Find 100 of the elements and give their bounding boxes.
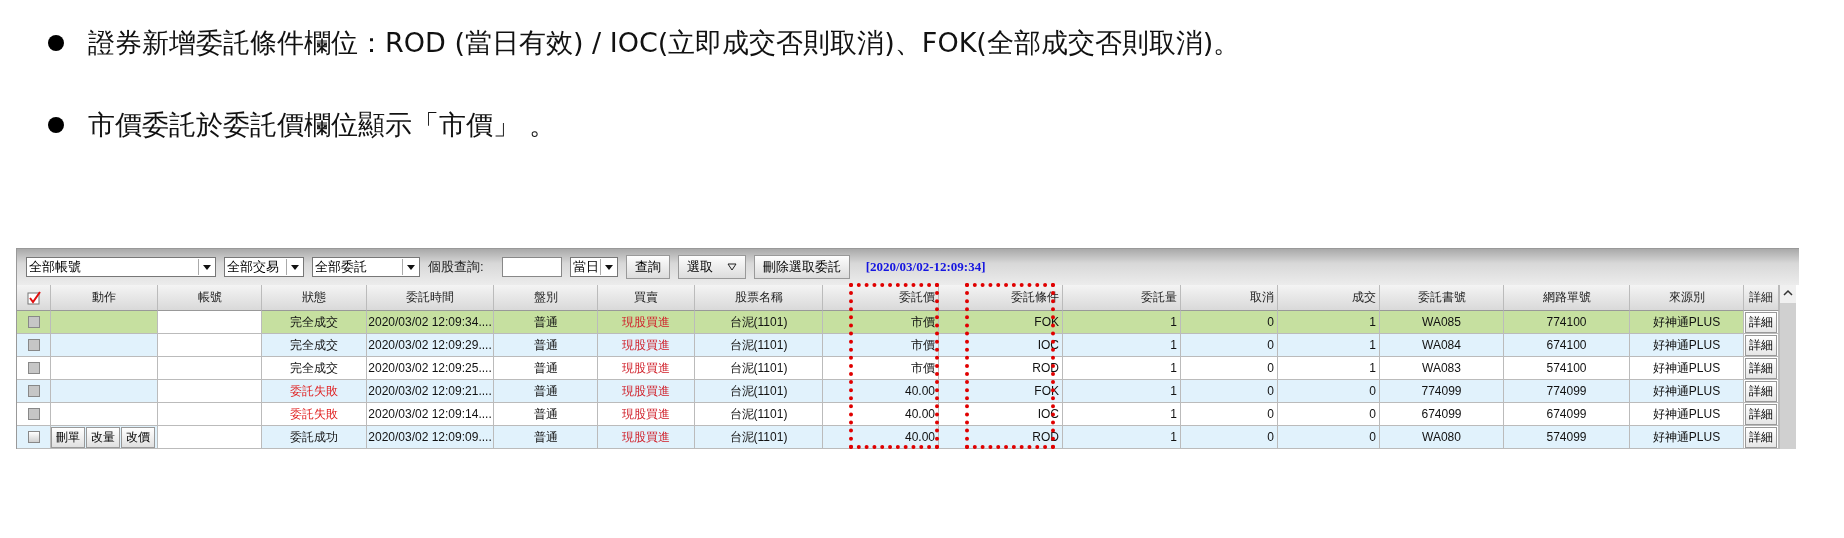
row-checkbox[interactable] bbox=[27, 339, 40, 351]
detail-button[interactable]: 詳細 bbox=[1745, 334, 1777, 356]
row-checkbox[interactable] bbox=[27, 385, 40, 397]
table-cell: ROD bbox=[939, 357, 1063, 380]
detail-button[interactable]: 詳細 bbox=[1745, 426, 1777, 448]
caret-icon bbox=[726, 262, 737, 272]
table-cell: 574099 bbox=[1504, 426, 1630, 449]
dropdown[interactable]: 全部委託 bbox=[312, 257, 420, 277]
column-header[interactable]: 成交 bbox=[1278, 285, 1380, 311]
table-cell: 1 bbox=[1063, 334, 1181, 357]
column-header[interactable]: 動作 bbox=[51, 285, 158, 311]
table-cell: 現股買進 bbox=[598, 426, 695, 449]
column-header[interactable]: 委託價 bbox=[823, 285, 939, 311]
table-cell: 40.00 bbox=[823, 380, 939, 403]
delete-selected-button[interactable]: 刪除選取委託 bbox=[753, 255, 850, 279]
table-cell: 市價 bbox=[823, 334, 939, 357]
table-cell: 好神通PLUS bbox=[1630, 334, 1744, 357]
stock-query-field[interactable] bbox=[501, 257, 562, 277]
dropdown[interactable]: 全部帳號 bbox=[26, 257, 216, 277]
table-cell: 1 bbox=[1063, 426, 1181, 449]
timestamp: [2020/03/02-12:09:34] bbox=[865, 259, 986, 275]
scroll-up-icon[interactable] bbox=[1780, 285, 1796, 303]
table-cell: 2020/03/02 12:09:29.... bbox=[367, 334, 494, 357]
column-header[interactable]: 委託量 bbox=[1063, 285, 1181, 311]
table-cell: 674099 bbox=[1504, 403, 1630, 426]
select-button[interactable]: 選取 bbox=[677, 255, 746, 279]
table-cell: 0 bbox=[1181, 403, 1278, 426]
column-header[interactable]: 來源別 bbox=[1630, 285, 1744, 311]
column-header[interactable]: 股票名稱 bbox=[695, 285, 823, 311]
table-cell: WA080 bbox=[1380, 426, 1504, 449]
table-cell: 完全成交 bbox=[262, 311, 367, 334]
column-header[interactable]: 委託書號 bbox=[1380, 285, 1504, 311]
detail-button[interactable]: 詳細 bbox=[1745, 380, 1777, 402]
action-button[interactable]: 刪單 bbox=[51, 426, 85, 448]
table-cell: 0 bbox=[1181, 357, 1278, 380]
table-cell: 0 bbox=[1181, 380, 1278, 403]
table-cell: 2020/03/02 12:09:09.... bbox=[367, 426, 494, 449]
bullet-text: 證券新增委託條件欄位：ROD (當日有效) / IOC(立即成交否則取消)、FOK(全部成交否則取消)。 bbox=[88, 26, 1241, 60]
table-cell: 好神通PLUS bbox=[1630, 311, 1744, 334]
column-header[interactable]: 詳細 bbox=[1744, 285, 1779, 311]
table-cell: 2020/03/02 12:09:34.... bbox=[367, 311, 494, 334]
table-cell: 0 bbox=[1278, 380, 1380, 403]
table-cell: 0 bbox=[1181, 311, 1278, 334]
action-button[interactable]: 改價 bbox=[121, 426, 155, 448]
table-cell: 774099 bbox=[1504, 380, 1630, 403]
table-cell: 委託失敗 bbox=[262, 403, 367, 426]
bullet-dot bbox=[48, 117, 64, 133]
table-cell: 委託失敗 bbox=[262, 380, 367, 403]
bullet-dot bbox=[48, 35, 64, 51]
scrollbar[interactable] bbox=[1779, 285, 1796, 449]
table-cell: 2020/03/02 12:09:14.... bbox=[367, 403, 494, 426]
column-header[interactable]: 網路單號 bbox=[1504, 285, 1630, 311]
table-cell: 委託成功 bbox=[262, 426, 367, 449]
dropdown[interactable]: 當日 bbox=[569, 257, 618, 277]
column-header[interactable]: 委託時間 bbox=[367, 285, 494, 311]
column-header[interactable]: 盤別 bbox=[494, 285, 598, 311]
table-cell: 0 bbox=[1278, 426, 1380, 449]
column-header[interactable]: 帳號 bbox=[158, 285, 262, 311]
query-button[interactable]: 查詢 bbox=[625, 255, 670, 279]
table-cell: 1 bbox=[1278, 311, 1380, 334]
action-button[interactable]: 改量 bbox=[86, 426, 120, 448]
table-cell: 普通 bbox=[494, 311, 598, 334]
table-cell: 好神通PLUS bbox=[1630, 426, 1744, 449]
table-cell: 台泥(1101) bbox=[695, 357, 823, 380]
table-cell: 774099 bbox=[1380, 380, 1504, 403]
table-cell: 40.00 bbox=[823, 426, 939, 449]
column-header[interactable]: 取消 bbox=[1181, 285, 1278, 311]
table-cell: 好神通PLUS bbox=[1630, 403, 1744, 426]
detail-button[interactable]: 詳細 bbox=[1745, 403, 1777, 425]
table-cell: 台泥(1101) bbox=[695, 311, 823, 334]
table-cell: 1 bbox=[1063, 380, 1181, 403]
table-cell: 台泥(1101) bbox=[695, 380, 823, 403]
table-cell: WA083 bbox=[1380, 357, 1504, 380]
row-checkbox[interactable] bbox=[27, 408, 40, 420]
table-cell: 普通 bbox=[494, 426, 598, 449]
table-cell: WA084 bbox=[1380, 334, 1504, 357]
table-cell: 現股買進 bbox=[598, 403, 695, 426]
table-cell: 完全成交 bbox=[262, 357, 367, 380]
table-cell: ROD bbox=[939, 426, 1063, 449]
dropdown[interactable]: 全部交易 bbox=[224, 257, 304, 277]
table-cell: WA085 bbox=[1380, 311, 1504, 334]
table-cell: 40.00 bbox=[823, 403, 939, 426]
table-cell: 市價 bbox=[823, 357, 939, 380]
table-cell: 好神通PLUS bbox=[1630, 380, 1744, 403]
table-cell: 普通 bbox=[494, 403, 598, 426]
column-header[interactable]: 買賣 bbox=[598, 285, 695, 311]
select-all-checkbox[interactable] bbox=[26, 290, 41, 305]
column-header[interactable]: 狀態 bbox=[262, 285, 367, 311]
row-checkbox[interactable] bbox=[27, 431, 40, 443]
row-checkbox[interactable] bbox=[27, 362, 40, 374]
row-checkbox[interactable] bbox=[27, 316, 40, 328]
detail-button[interactable]: 詳細 bbox=[1745, 311, 1777, 333]
detail-button[interactable]: 詳細 bbox=[1745, 357, 1777, 379]
table-cell: 2020/03/02 12:09:25.... bbox=[367, 357, 494, 380]
field-label: 個股查詢: bbox=[428, 258, 484, 276]
table-cell: 台泥(1101) bbox=[695, 334, 823, 357]
table-cell: 台泥(1101) bbox=[695, 426, 823, 449]
table-cell: 1 bbox=[1063, 403, 1181, 426]
table-cell: 現股買進 bbox=[598, 357, 695, 380]
table-cell: 2020/03/02 12:09:21.... bbox=[367, 380, 494, 403]
